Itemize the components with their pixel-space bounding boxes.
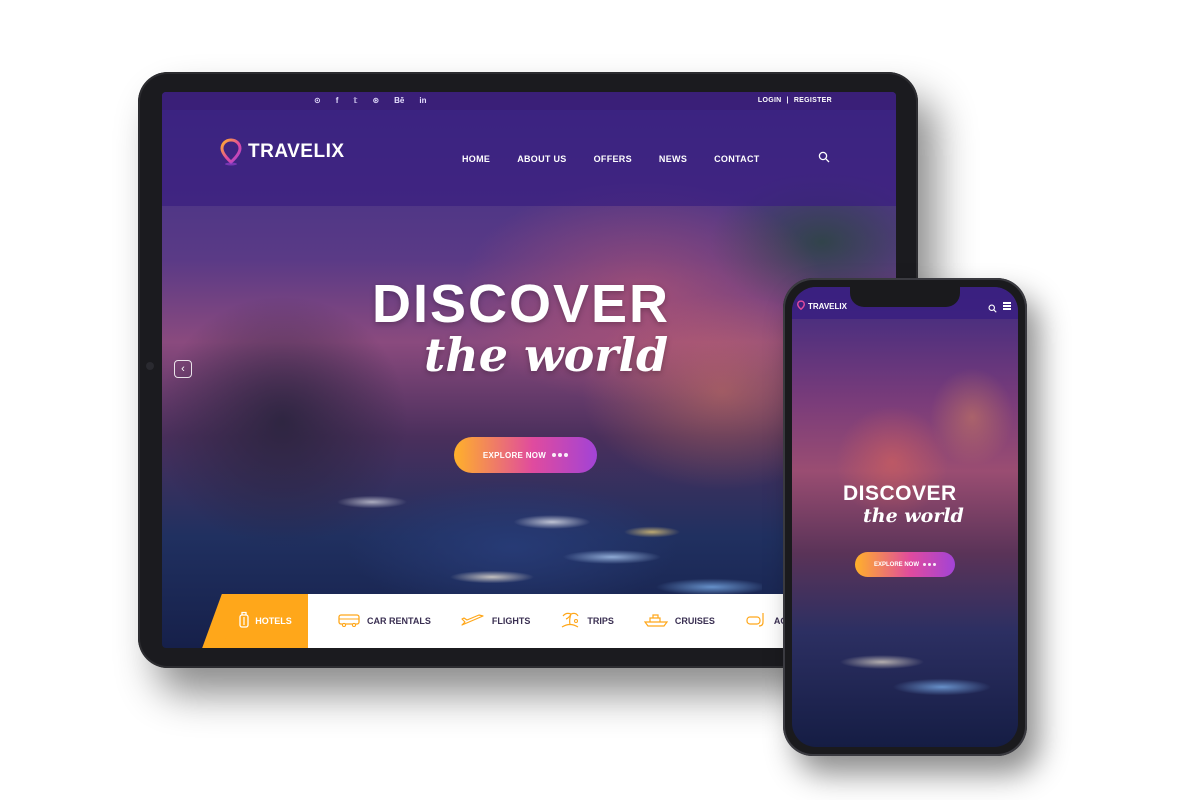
behance-icon[interactable]: Bē — [394, 95, 404, 107]
search-icon[interactable] — [988, 300, 997, 318]
phone-hero-subtitle: the world — [863, 505, 964, 527]
map-pin-icon — [796, 300, 806, 313]
search-icon[interactable] — [818, 150, 830, 168]
category-car-rentals[interactable]: CAR RENTALS — [338, 613, 431, 629]
nav-contact[interactable]: CONTACT — [714, 154, 759, 164]
dribbble-icon[interactable]: ⊛ — [372, 95, 379, 107]
diving-mask-icon — [745, 612, 767, 630]
category-car-rentals-label: CAR RENTALS — [367, 616, 431, 626]
phone-device: TRAVELIX DISCOVER the world EXPLORE NOW — [783, 278, 1027, 756]
logo[interactable]: TRAVELIX — [220, 138, 345, 166]
phone-explore-button-label: EXPLORE NOW — [873, 561, 919, 568]
main-navbar: TRAVELIX HOME ABOUT US OFFERS NEWS CONTA… — [162, 110, 896, 206]
social-links: ⊙ f 𝕥 ⊛ Bē in — [314, 95, 426, 107]
category-cruises-label: CRUISES — [674, 616, 715, 626]
explore-now-button[interactable]: EXPLORE NOW — [454, 437, 597, 473]
category-trips-label: TRIPS — [587, 616, 614, 626]
category-hotels-label: HOTELS — [255, 616, 292, 626]
category-cruises[interactable]: CRUISES — [643, 613, 715, 629]
map-pin-icon — [220, 138, 242, 166]
phone-logo-text: TRAVELIX — [808, 302, 847, 311]
phone-logo[interactable]: TRAVELIX — [796, 300, 847, 313]
phone-explore-now-button[interactable]: EXPLORE NOW — [855, 552, 955, 577]
luggage-icon — [238, 611, 250, 631]
slider-prev-button[interactable]: ‹ — [174, 360, 192, 378]
register-link[interactable]: REGISTER — [794, 95, 832, 107]
dots-icon — [923, 563, 936, 566]
phone-notch — [850, 287, 960, 307]
plane-icon — [461, 613, 485, 629]
hero-title: DISCOVER — [372, 274, 671, 334]
top-bar: ⊙ f 𝕥 ⊛ Bē in LOGIN | REGISTER — [162, 92, 896, 110]
main-menu: HOME ABOUT US OFFERS NEWS CONTACT — [462, 154, 787, 164]
bus-icon — [338, 613, 360, 629]
nav-news[interactable]: NEWS — [659, 154, 687, 164]
logo-text: TRAVELIX — [248, 141, 345, 162]
dots-icon — [552, 453, 569, 457]
pinterest-icon[interactable]: ⊙ — [314, 95, 321, 107]
explore-button-label: EXPLORE NOW — [482, 450, 547, 460]
auth-separator: | — [786, 97, 789, 104]
hero-subtitle: the world — [424, 328, 669, 382]
chevron-left-icon: ‹ — [181, 363, 185, 375]
linkedin-icon[interactable]: in — [419, 95, 426, 107]
ship-icon — [643, 613, 669, 629]
facebook-icon[interactable]: f — [336, 95, 339, 107]
phone-screen: TRAVELIX DISCOVER the world EXPLORE NOW — [792, 287, 1018, 747]
tablet-camera — [146, 362, 154, 370]
category-trips[interactable]: TRIPS — [560, 611, 614, 631]
category-flights[interactable]: FLIGHTS — [461, 613, 531, 629]
auth-links: LOGIN | REGISTER — [758, 95, 832, 107]
nav-offers[interactable]: OFFERS — [594, 154, 632, 164]
island-icon — [560, 611, 580, 631]
category-flights-label: FLIGHTS — [491, 616, 531, 626]
twitter-icon[interactable]: 𝕥 — [353, 95, 357, 107]
category-hotels[interactable]: HOTELS — [222, 594, 308, 648]
nav-about-us[interactable]: ABOUT US — [517, 154, 566, 164]
nav-home[interactable]: HOME — [462, 154, 490, 164]
login-link[interactable]: LOGIN — [758, 95, 782, 107]
phone-hero-title: DISCOVER — [843, 482, 957, 505]
hamburger-menu-icon[interactable] — [1003, 302, 1011, 311]
